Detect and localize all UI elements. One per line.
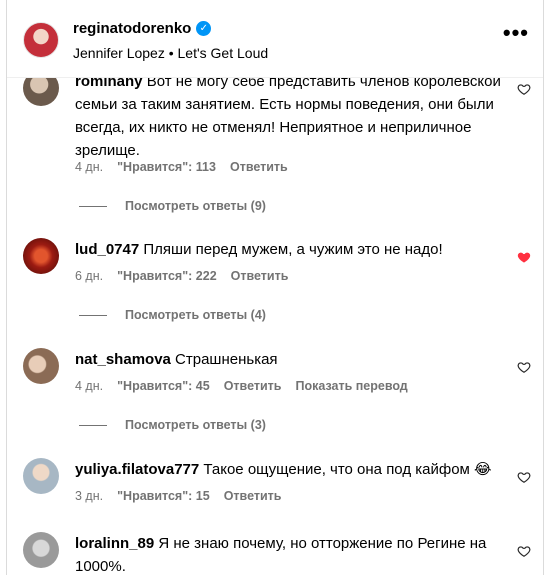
post-header: reginatodorenko ✓ Jennifer Lopez • Let's… xyxy=(7,0,543,78)
post-username[interactable]: reginatodorenko xyxy=(73,20,191,37)
divider xyxy=(79,314,107,316)
comment-username[interactable]: yuliya.filatova777 xyxy=(75,461,199,478)
comment-age: 6 дн. xyxy=(75,269,104,283)
like-count[interactable]: "Нравится": 222 xyxy=(117,269,217,283)
reply-button[interactable]: Ответить xyxy=(231,269,289,283)
like-heart-icon[interactable] xyxy=(517,544,531,558)
audio-track[interactable]: Jennifer Lopez • Let's Get Loud xyxy=(73,45,268,61)
reply-button[interactable]: Ответить xyxy=(230,160,288,174)
comment-text: nat_shamova Страшненькая xyxy=(75,348,505,371)
comment-body: Пляши перед мужем, а чужим это не надо! xyxy=(143,241,443,258)
more-options-icon[interactable]: ••• xyxy=(503,22,529,44)
like-count[interactable]: "Нравится": 45 xyxy=(117,379,210,393)
view-replies-button[interactable]: Посмотреть ответы (4) xyxy=(79,308,266,322)
like-count[interactable]: "Нравится": 113 xyxy=(117,160,216,174)
verified-badge-icon: ✓ xyxy=(196,21,212,36)
view-replies-button[interactable]: Посмотреть ответы (9) xyxy=(79,199,266,213)
comment-username[interactable]: nat_shamova xyxy=(75,351,171,368)
translate-button[interactable]: Показать перевод xyxy=(295,379,407,393)
comment-text: yuliya.filatova777 Такое ощущение, что о… xyxy=(75,458,505,481)
comment-text: lud_0747 Пляши перед мужем, а чужим это … xyxy=(75,238,505,261)
post-author: reginatodorenko ✓ xyxy=(73,20,212,37)
like-heart-icon[interactable] xyxy=(517,360,531,374)
like-heart-icon[interactable] xyxy=(517,470,531,484)
comment-meta: 4 дн. "Нравится": 113 Ответить xyxy=(75,160,288,174)
divider xyxy=(79,424,107,426)
avatar[interactable] xyxy=(23,532,59,568)
comments-panel: rominany Вот не могу себе представить чл… xyxy=(6,0,544,575)
comment-username[interactable]: lud_0747 xyxy=(75,241,139,258)
comment-username[interactable]: loralinn_89 xyxy=(75,535,154,552)
comment-age: 4 дн. xyxy=(75,160,104,174)
avatar[interactable] xyxy=(23,348,59,384)
like-count[interactable]: "Нравится": 15 xyxy=(117,489,210,503)
liked-heart-icon[interactable] xyxy=(517,250,531,264)
reply-button[interactable]: Ответить xyxy=(224,379,282,393)
divider xyxy=(79,205,107,207)
avatar[interactable] xyxy=(23,458,59,494)
comment-meta: 3 дн. "Нравится": 15 Ответить xyxy=(75,489,281,503)
avatar[interactable] xyxy=(23,238,59,274)
comment-age: 3 дн. xyxy=(75,489,104,503)
reply-button[interactable]: Ответить xyxy=(224,489,282,503)
avatar[interactable] xyxy=(23,22,59,58)
comment-age: 4 дн. xyxy=(75,379,104,393)
view-replies-button[interactable]: Посмотреть ответы (3) xyxy=(79,418,266,432)
comment-body: Такое ощущение, что она под кайфом 😂 xyxy=(203,461,492,478)
like-heart-icon[interactable] xyxy=(517,82,531,96)
comment-meta: 4 дн. "Нравится": 45 Ответить Показать п… xyxy=(75,379,408,393)
comment-text: loralinn_89 Я не знаю почему, но отторже… xyxy=(75,532,505,575)
comment-meta: 6 дн. "Нравится": 222 Ответить xyxy=(75,269,288,283)
comment-text: rominany Вот не могу себе представить чл… xyxy=(75,70,505,162)
comment-body: Страшненькая xyxy=(175,351,278,368)
